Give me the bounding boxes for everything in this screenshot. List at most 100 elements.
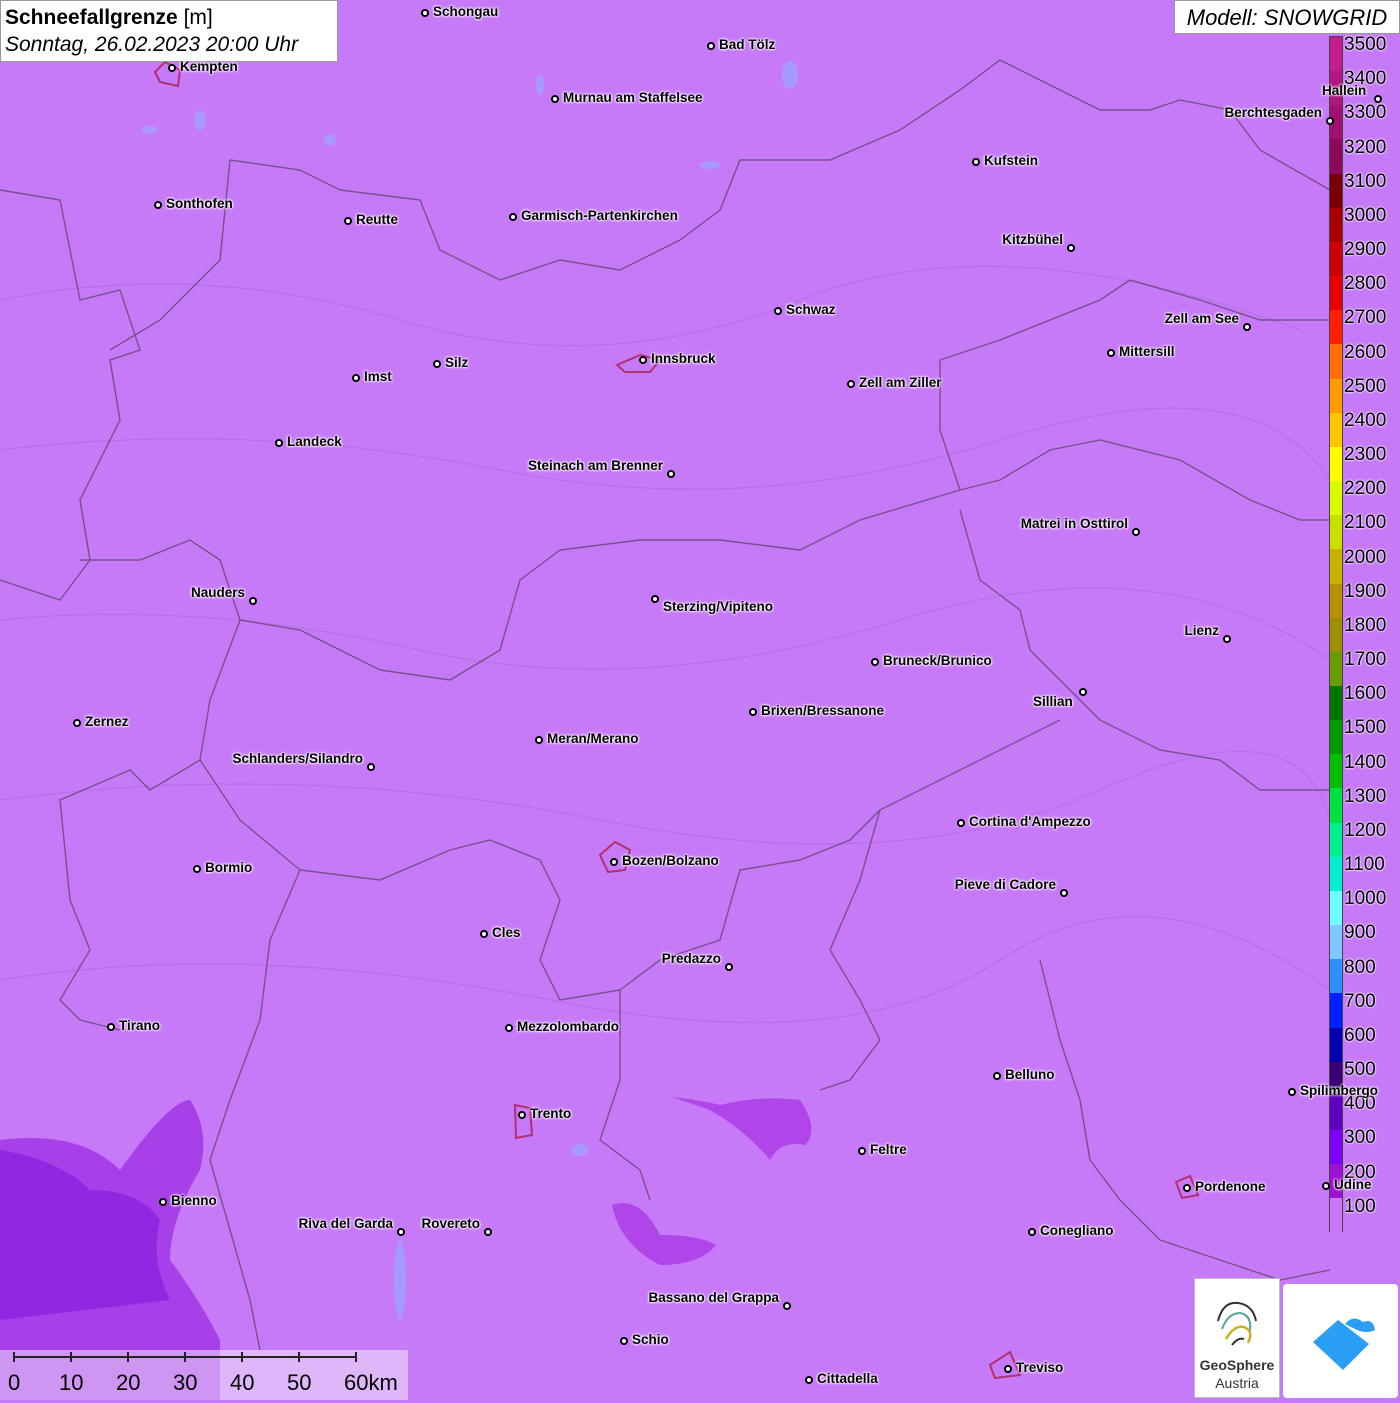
map-datetime: Sonntag, 26.02.2023 20:00 Uhr	[5, 33, 299, 56]
city-label: Lienz	[1184, 623, 1219, 638]
geosphere-logo[interactable]: GeoSphere Austria	[1194, 1278, 1280, 1398]
city-marker[interactable]	[509, 213, 517, 221]
city-marker[interactable]	[397, 1228, 405, 1236]
city-label: Conegliano	[1040, 1223, 1114, 1238]
legend-label: 2300	[1344, 444, 1387, 466]
legend-label: 2000	[1344, 546, 1387, 568]
legend-swatch	[1330, 37, 1342, 72]
legend-swatch	[1330, 890, 1342, 926]
city-marker[interactable]	[433, 360, 441, 368]
city-marker[interactable]	[858, 1147, 866, 1155]
city-label: Riva del Garda	[298, 1216, 393, 1231]
city-marker[interactable]	[551, 95, 559, 103]
city-marker[interactable]	[1132, 528, 1140, 536]
city-label: Steinach am Brenner	[527, 458, 663, 473]
city-marker[interactable]	[154, 201, 162, 209]
city-marker[interactable]	[1223, 635, 1231, 643]
city-marker[interactable]	[972, 158, 980, 166]
city-marker[interactable]	[1067, 244, 1075, 252]
city-marker[interactable]	[1028, 1228, 1036, 1236]
city-marker[interactable]	[107, 1023, 115, 1031]
city-marker[interactable]	[1107, 349, 1115, 357]
city-marker[interactable]	[352, 374, 360, 382]
city-marker[interactable]	[651, 595, 659, 603]
city-label: Brixen/Bressanone	[761, 703, 885, 718]
city-marker[interactable]	[480, 930, 488, 938]
city-marker[interactable]	[1322, 1182, 1330, 1190]
city-marker[interactable]	[193, 865, 201, 873]
city-marker[interactable]	[249, 597, 257, 605]
city-label: Bormio	[205, 860, 253, 875]
scale-tick	[241, 1352, 243, 1362]
city-label: Bruneck/Brunico	[883, 653, 992, 668]
city-marker[interactable]	[620, 1337, 628, 1345]
legend-swatch	[1330, 1198, 1342, 1233]
city-label: Murnau am Staffelsee	[563, 90, 703, 105]
city-marker[interactable]	[535, 736, 543, 744]
city-marker[interactable]	[667, 470, 675, 478]
legend-label: 300	[1344, 1127, 1376, 1149]
city-marker[interactable]	[275, 439, 283, 447]
legend-label: 2800	[1344, 273, 1387, 295]
legend-swatch	[1330, 344, 1342, 379]
city-marker[interactable]	[783, 1302, 791, 1310]
legend-label: 2100	[1344, 512, 1387, 534]
legend-swatch	[1330, 583, 1342, 618]
city-marker[interactable]	[1243, 323, 1251, 331]
city-marker[interactable]	[707, 42, 715, 50]
city-marker[interactable]	[367, 763, 375, 771]
legend-label: 1300	[1344, 785, 1387, 807]
city-marker[interactable]	[725, 963, 733, 971]
city-label: Cittadella	[817, 1371, 878, 1386]
city-marker[interactable]	[1079, 688, 1087, 696]
legend-swatch	[1330, 378, 1342, 413]
city-marker[interactable]	[518, 1111, 526, 1119]
city-marker[interactable]	[159, 1198, 167, 1206]
legend-swatch	[1330, 276, 1342, 311]
legend-label: 100	[1344, 1195, 1376, 1217]
scale-label: 20	[116, 1370, 141, 1395]
city-marker[interactable]	[805, 1376, 813, 1384]
city-marker[interactable]	[749, 708, 757, 716]
legend-label: 600	[1344, 1024, 1376, 1046]
city-marker[interactable]	[1060, 889, 1068, 897]
city-marker[interactable]	[1004, 1365, 1012, 1373]
city-marker[interactable]	[1183, 1184, 1191, 1192]
city-marker[interactable]	[484, 1228, 492, 1236]
legend-swatch	[1330, 310, 1342, 345]
logo-line2: Austria	[1215, 1375, 1259, 1391]
city-label: Zernez	[85, 714, 129, 729]
legend-swatch	[1330, 651, 1342, 686]
scale-tick	[298, 1352, 300, 1362]
city-label: Sterzing/Vipiteno	[663, 599, 774, 614]
city-marker[interactable]	[168, 64, 176, 72]
city-label: Mezzolombardo	[517, 1019, 620, 1034]
city-marker[interactable]	[1326, 117, 1334, 125]
city-marker[interactable]	[774, 307, 782, 315]
city-marker[interactable]	[871, 658, 879, 666]
legend-swatch	[1330, 993, 1342, 1028]
city-marker[interactable]	[1374, 95, 1382, 103]
city-marker[interactable]	[847, 380, 855, 388]
city-marker[interactable]	[1288, 1088, 1296, 1096]
city-marker[interactable]	[957, 819, 965, 827]
geosphere-emblem-icon	[1217, 1301, 1257, 1346]
legend-swatch	[1330, 788, 1342, 823]
city-marker[interactable]	[344, 217, 352, 225]
legend-label: 3000	[1344, 204, 1387, 226]
city-marker[interactable]	[993, 1072, 1001, 1080]
app-logo[interactable]	[1283, 1284, 1398, 1398]
legend-swatch	[1330, 1027, 1342, 1062]
city-marker[interactable]	[610, 858, 618, 866]
scale-label: 50	[287, 1370, 312, 1395]
city-label: Tirano	[119, 1018, 161, 1033]
city-marker[interactable]	[421, 9, 429, 17]
city-marker[interactable]	[639, 356, 647, 364]
city-marker[interactable]	[73, 719, 81, 727]
legend-label: 2400	[1344, 409, 1387, 431]
city-marker[interactable]	[505, 1024, 513, 1032]
legend-label: 1500	[1344, 717, 1387, 739]
legend-swatch	[1330, 207, 1342, 242]
city-label: Schio	[632, 1332, 669, 1347]
legend-label: 2700	[1344, 307, 1387, 329]
